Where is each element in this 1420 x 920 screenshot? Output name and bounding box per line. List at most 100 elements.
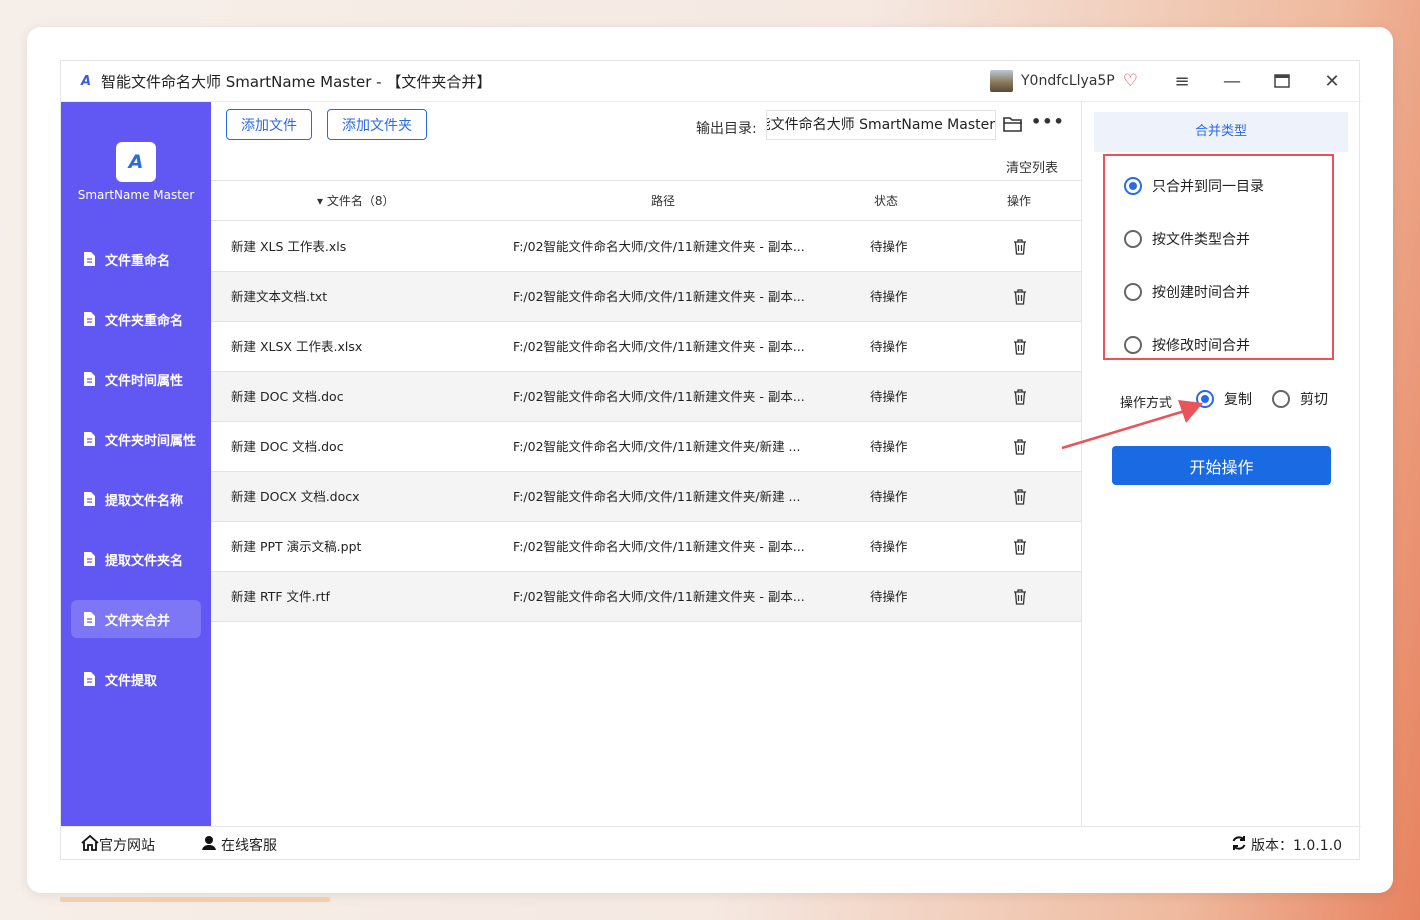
output-dir-label: 输出目录:	[696, 121, 757, 137]
menu-icon[interactable]: ≡	[1167, 68, 1197, 94]
file-status-cell: 待操作	[870, 589, 908, 604]
official-website-link[interactable]: 官方网站	[81, 834, 155, 855]
op-option-cut[interactable]: 剪切	[1272, 389, 1328, 409]
document-icon	[83, 432, 95, 446]
version-info: 版本：1.0.1.0	[1231, 835, 1342, 855]
title-bar: A 智能文件命名大师 SmartName Master - 【文件夹合并】 Y0…	[61, 61, 1361, 102]
merge-option-label: 按修改时间合并	[1152, 338, 1250, 354]
main-content: 添加文件 添加文件夹 输出目录: 能文件命名大师 SmartName Maste…	[211, 102, 1081, 826]
table-row[interactable]: 新建文本文档.txt F:/02智能文件命名大师/文件/11新建文件夹 - 副本.…	[211, 272, 1081, 322]
sidebar-item-file-extract[interactable]: 文件提取	[71, 660, 201, 698]
vip-heart-icon[interactable]: ♡	[1123, 71, 1138, 91]
avatar[interactable]	[990, 70, 1013, 92]
online-support-link[interactable]: 在线客服	[201, 835, 277, 855]
radio-unselected[interactable]	[1124, 230, 1142, 248]
document-icon	[83, 492, 95, 506]
minimize-icon[interactable]: —	[1217, 68, 1247, 94]
radio-unselected[interactable]	[1124, 336, 1142, 354]
trash-icon[interactable]	[1013, 339, 1027, 355]
radio-selected[interactable]	[1124, 177, 1142, 195]
table-row[interactable]: 新建 DOC 文档.doc F:/02智能文件命名大师/文件/11新建文件夹/新建…	[211, 422, 1081, 472]
clear-list-button[interactable]: 清空列表	[1006, 157, 1058, 176]
column-header-path: 路径	[651, 194, 676, 208]
file-name-cell: 新建 PPT 演示文稿.ppt	[231, 539, 362, 554]
sidebar-item-folder-rename[interactable]: 文件夹重命名	[71, 300, 201, 338]
document-icon	[83, 312, 95, 326]
sidebar-item-extract-foldernames[interactable]: 提取文件夹名	[71, 540, 201, 578]
document-icon	[83, 552, 95, 566]
file-path-cell: F:/02智能文件命名大师/文件/11新建文件夹 - 副本...	[513, 539, 805, 554]
close-icon[interactable]: ✕	[1317, 68, 1347, 94]
merge-option-same-dir[interactable]: 只合并到同一目录	[1124, 176, 1264, 196]
file-path-cell: F:/02智能文件命名大师/文件/11新建文件夹/新建 ...	[513, 439, 801, 454]
trash-icon[interactable]	[1013, 539, 1027, 555]
sidebar-item-label: 提取文件名称	[105, 493, 184, 509]
trash-icon[interactable]	[1013, 439, 1027, 455]
settings-panel: 合并类型 只合并到同一目录 按文件类型合并 按创建时间合并 按修改时间合并 操作…	[1081, 102, 1360, 826]
file-name-cell: 新建 RTF 文件.rtf	[231, 589, 330, 604]
sidebar-item-file-rename[interactable]: 文件重命名	[71, 240, 201, 278]
refresh-icon[interactable]	[1231, 835, 1247, 855]
document-icon	[83, 372, 95, 386]
sidebar-item-label: 文件提取	[105, 673, 158, 689]
merge-type-header: 合并类型	[1094, 112, 1348, 152]
sidebar-item-file-time[interactable]: 文件时间属性	[71, 360, 201, 398]
sidebar: A SmartName Master 文件重命名 文件夹重命名 文件时间属性 文…	[61, 102, 211, 826]
radio-unselected[interactable]	[1124, 283, 1142, 301]
sidebar-item-folder-time[interactable]: 文件夹时间属性	[71, 420, 201, 458]
file-name-cell: 新建 DOC 文档.doc	[231, 439, 344, 454]
trash-icon[interactable]	[1013, 389, 1027, 405]
more-options-icon[interactable]: •••	[1031, 112, 1065, 131]
merge-option-label: 只合并到同一目录	[1152, 179, 1264, 195]
file-name-cell: 新建 DOCX 文档.docx	[231, 489, 360, 504]
add-file-button[interactable]: 添加文件	[226, 109, 312, 140]
table-row[interactable]: 新建 XLS 工作表.xls F:/02智能文件命名大师/文件/11新建文件夹 -…	[211, 222, 1081, 272]
op-option-label: 复制	[1224, 392, 1252, 408]
file-path-cell: F:/02智能文件命名大师/文件/11新建文件夹 - 副本...	[513, 239, 805, 254]
sidebar-item-folder-merge[interactable]: 文件夹合并	[71, 600, 201, 638]
table-row[interactable]: 新建 XLSX 工作表.xlsx F:/02智能文件命名大师/文件/11新建文件夹…	[211, 322, 1081, 372]
document-icon	[83, 612, 95, 626]
user-info[interactable]: Y0ndfcLlya5P ♡	[990, 70, 1138, 92]
online-support-text: 在线客服	[221, 838, 277, 854]
file-status-cell: 待操作	[870, 339, 908, 354]
radio-unselected[interactable]	[1272, 390, 1290, 408]
table-row[interactable]: 新建 PPT 演示文稿.ppt F:/02智能文件命名大师/文件/11新建文件夹 …	[211, 522, 1081, 572]
add-folder-button[interactable]: 添加文件夹	[327, 109, 427, 140]
trash-icon[interactable]	[1013, 289, 1027, 305]
taskbar-strip	[60, 897, 330, 902]
sidebar-item-extract-filenames[interactable]: 提取文件名称	[71, 480, 201, 518]
sidebar-logo-icon: A	[116, 142, 156, 182]
trash-icon[interactable]	[1013, 489, 1027, 505]
op-option-copy[interactable]: 复制	[1196, 389, 1252, 409]
support-person-icon	[201, 835, 217, 855]
merge-option-by-modified[interactable]: 按修改时间合并	[1124, 335, 1250, 355]
trash-icon[interactable]	[1013, 589, 1027, 605]
username[interactable]: Y0ndfcLlya5P	[1021, 73, 1115, 89]
sidebar-item-label: 提取文件夹名	[105, 553, 184, 569]
start-button[interactable]: 开始操作	[1112, 446, 1331, 485]
sidebar-item-label: 文件时间属性	[105, 373, 184, 389]
sidebar-item-label: 文件夹重命名	[105, 313, 184, 329]
file-name-cell: 新建 DOC 文档.doc	[231, 389, 344, 404]
trash-icon[interactable]	[1013, 239, 1027, 255]
sidebar-item-label: 文件重命名	[105, 253, 171, 269]
output-dir-input[interactable]: 能文件命名大师 SmartName Master	[766, 110, 996, 140]
column-header-name[interactable]: ▾ 文件名（8）	[317, 181, 394, 221]
folder-open-icon[interactable]	[1003, 115, 1023, 133]
window-title: 智能文件命名大师 SmartName Master - 【文件夹合并】	[101, 72, 492, 91]
table-row[interactable]: 新建 DOCX 文档.docx F:/02智能文件命名大师/文件/11新建文件夹/…	[211, 472, 1081, 522]
radio-selected[interactable]	[1196, 390, 1214, 408]
merge-option-by-created[interactable]: 按创建时间合并	[1124, 282, 1250, 302]
op-option-label: 剪切	[1300, 392, 1328, 408]
file-status-cell: 待操作	[870, 439, 908, 454]
file-name-cell: 新建 XLSX 工作表.xlsx	[231, 339, 363, 354]
file-path-cell: F:/02智能文件命名大师/文件/11新建文件夹/新建 ...	[513, 489, 801, 504]
maximize-icon[interactable]	[1267, 68, 1297, 94]
file-status-cell: 待操作	[870, 289, 908, 304]
table-row[interactable]: 新建 RTF 文件.rtf F:/02智能文件命名大师/文件/11新建文件夹 - …	[211, 572, 1081, 622]
table-row[interactable]: 新建 DOC 文档.doc F:/02智能文件命名大师/文件/11新建文件夹 - …	[211, 372, 1081, 422]
merge-option-by-type[interactable]: 按文件类型合并	[1124, 229, 1250, 249]
file-status-cell: 待操作	[870, 539, 908, 554]
file-name-cell: 新建文本文档.txt	[231, 289, 328, 304]
